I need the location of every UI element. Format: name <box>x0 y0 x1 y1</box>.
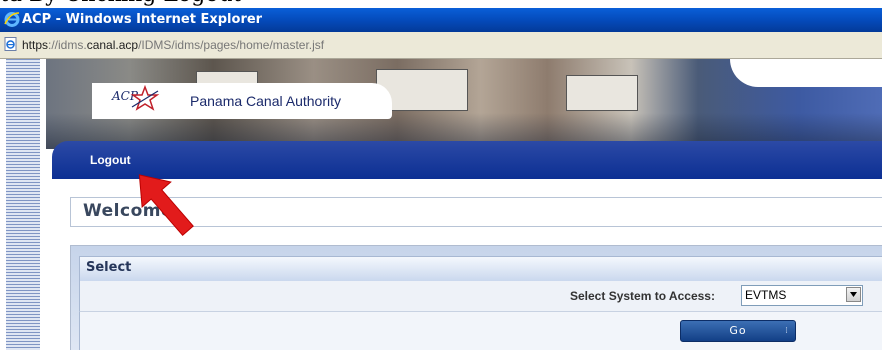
system-select-value: EVTMS <box>745 288 787 302</box>
window-title-bar: ACP - Windows Internet Explorer <box>0 8 882 32</box>
select-panel-title: Select <box>86 260 132 275</box>
select-panel-header: Select <box>79 256 882 282</box>
window-title: ACP - Windows Internet Explorer <box>22 12 263 27</box>
go-row: Go ⁞ <box>79 312 882 350</box>
system-select-row: Select System to Access: EVTMS <box>79 281 882 312</box>
logout-link[interactable]: Logout <box>90 153 131 167</box>
document-text-fragment: ta By Clicking Logout <box>0 0 242 8</box>
banner-white-corner <box>730 59 882 87</box>
system-select-dropdown[interactable]: EVTMS <box>741 285 863 306</box>
go-button[interactable]: Go ⁞ <box>680 320 796 342</box>
red-pointer-arrow-icon <box>138 174 194 236</box>
brand-name: Panama Canal Authority <box>190 93 341 109</box>
go-button-label: Go <box>729 324 747 337</box>
acp-star-logo-icon <box>130 85 160 111</box>
logo-area: ACP Panama Canal Authority <box>92 83 392 119</box>
address-bar[interactable]: https://idms.canal.acp/IDMS/idms/pages/h… <box>0 32 882 59</box>
system-access-label: Select System to Access: <box>570 289 715 303</box>
internet-explorer-icon <box>4 12 20 27</box>
left-decorative-stripes <box>6 59 40 350</box>
button-grip-icon: ⁞ <box>785 326 789 336</box>
dropdown-arrow-button[interactable] <box>846 287 861 302</box>
ie-page-icon <box>4 37 17 51</box>
chevron-down-icon <box>850 292 857 297</box>
header-banner: ACP Panama Canal Authority <box>40 59 882 149</box>
address-url[interactable]: https://idms.canal.acp/IDMS/idms/pages/h… <box>22 38 324 52</box>
select-panel: Select Select System to Access: EVTMS Go… <box>70 245 882 350</box>
